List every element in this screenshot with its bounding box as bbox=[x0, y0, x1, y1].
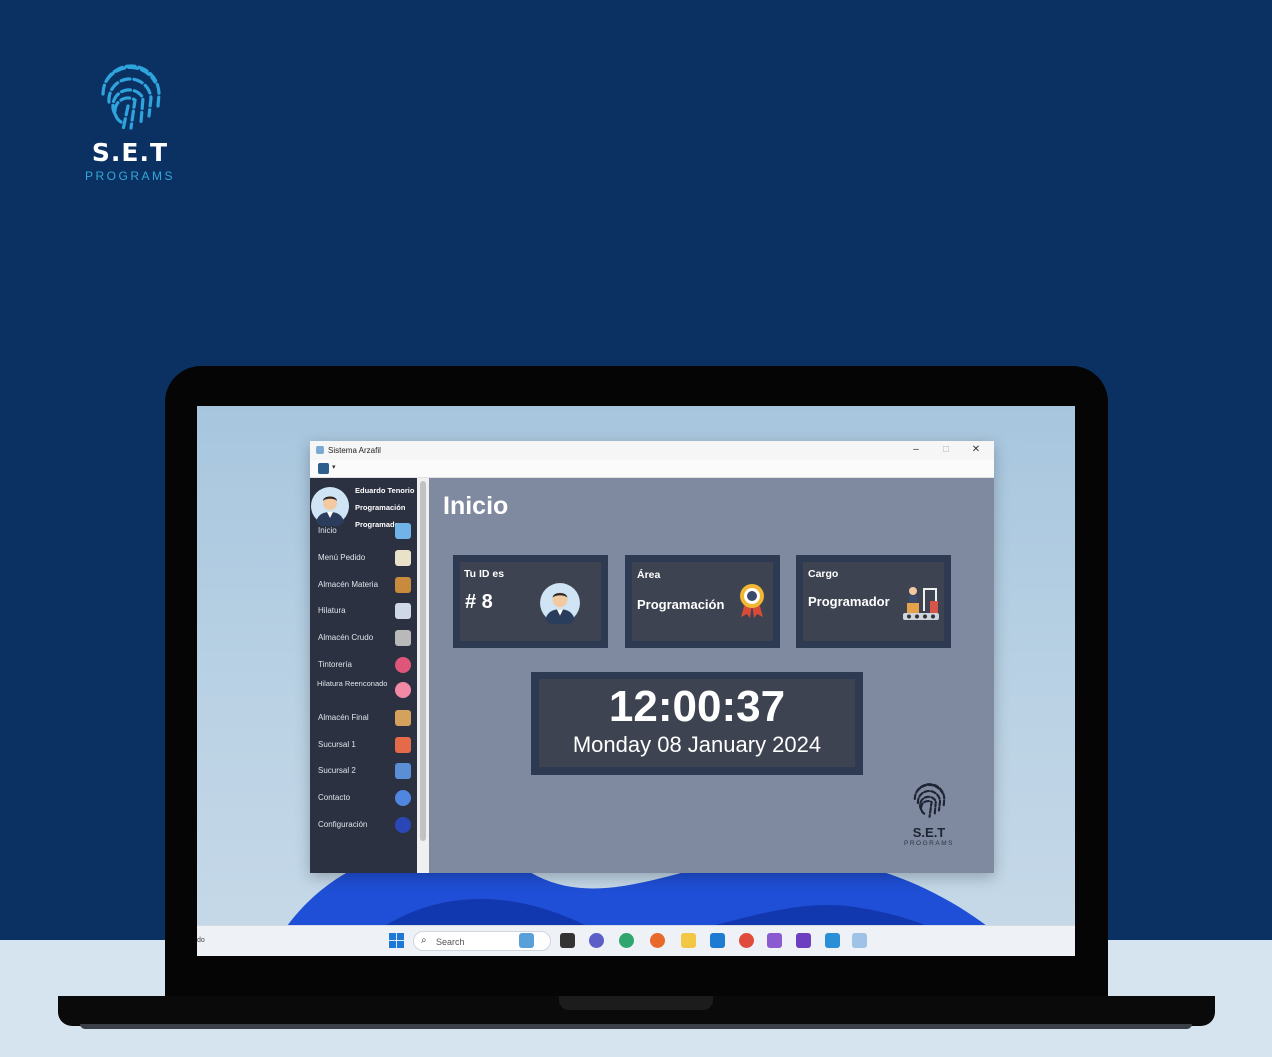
scrollbar-thumb[interactable] bbox=[420, 481, 426, 841]
window-titlebar: Sistema Arzafil – □ ✕ bbox=[310, 441, 994, 460]
watermark-name: S.E.T bbox=[912, 825, 946, 840]
sidebar-item-hilatura-reenconado[interactable]: Hilatura Reenconado bbox=[310, 679, 417, 701]
thread-spool-icon bbox=[395, 603, 411, 619]
sistema-arzafil-icon[interactable] bbox=[852, 933, 867, 948]
id-label: Tu ID es bbox=[464, 568, 505, 580]
laptop-screen: Sistema Arzafil – □ ✕ ▾ Eduardo Tenorio … bbox=[197, 406, 1075, 956]
photos-icon[interactable] bbox=[825, 933, 840, 948]
sidebar-item-contacto[interactable]: Contacto bbox=[310, 787, 417, 809]
teams-chat-icon[interactable] bbox=[589, 933, 604, 948]
sidebar-item-inicio[interactable]: Inicio bbox=[310, 520, 417, 542]
cargo-value: Programador bbox=[808, 594, 890, 609]
windows-start-icon[interactable] bbox=[389, 933, 404, 948]
award-ribbon-icon bbox=[740, 584, 764, 618]
final-warehouse-icon bbox=[395, 710, 411, 726]
close-button[interactable]: ✕ bbox=[966, 444, 986, 455]
contact-icon bbox=[395, 790, 411, 806]
warehouse-icon bbox=[395, 630, 411, 646]
task-view-icon[interactable] bbox=[560, 933, 575, 948]
visual-studio-preview-icon[interactable] bbox=[796, 933, 811, 948]
sidebar-item-label: Almacén Crudo bbox=[318, 633, 374, 642]
id-value: # 8 bbox=[465, 591, 493, 613]
sidebar-item-label: Sucursal 2 bbox=[318, 766, 356, 775]
sidebar-item-label: Hilatura Reenconado bbox=[317, 679, 388, 688]
yarn-rewind-icon bbox=[395, 682, 411, 698]
sidebar-item-label: Contacto bbox=[318, 793, 351, 802]
sidebar-item-almacen-crudo[interactable]: Almacén Crudo bbox=[310, 627, 417, 649]
app-menu-icon[interactable] bbox=[318, 463, 329, 474]
sidebar-item-label: Menú Pedido bbox=[318, 553, 366, 562]
maximize-button[interactable]: □ bbox=[936, 444, 956, 455]
sidebar-item-label: Tintorería bbox=[318, 660, 352, 669]
sidebar-item-sucursal-2[interactable]: Sucursal 2 bbox=[310, 760, 417, 782]
taskbar-left-text: do bbox=[197, 937, 205, 944]
sidebar-item-configuracion[interactable]: Configuración bbox=[310, 814, 417, 836]
raw-material-box-icon bbox=[395, 577, 411, 593]
area-label: Área bbox=[637, 569, 661, 581]
app-shield-icon bbox=[316, 446, 324, 454]
home-icon bbox=[395, 523, 411, 539]
area-value: Programación bbox=[637, 597, 725, 612]
chrome-icon[interactable] bbox=[739, 933, 754, 948]
sidebar-item-label: Almacén Materia bbox=[318, 580, 379, 589]
windows-taskbar: do ⌕ Search bbox=[197, 925, 1075, 956]
sidebar-item-label: Sucursal 1 bbox=[318, 740, 356, 749]
brand-watermark: S.E.T PROGRAMS bbox=[899, 780, 959, 847]
cargo-label: Cargo bbox=[808, 568, 839, 580]
cargo-card: Cargo Programador bbox=[796, 555, 951, 648]
visual-studio-icon[interactable] bbox=[767, 933, 782, 948]
sidebar-item-menu-pedido[interactable]: Menú Pedido bbox=[310, 547, 417, 569]
app-window: Sistema Arzafil – □ ✕ ▾ Eduardo Tenorio … bbox=[310, 441, 994, 873]
window-title: Sistema Arzafil bbox=[328, 446, 381, 455]
user-avatar-icon bbox=[540, 583, 580, 624]
laptop-notch bbox=[559, 996, 713, 1010]
sidebar-item-almacen-final[interactable]: Almacén Final bbox=[310, 707, 417, 729]
vscode-icon[interactable] bbox=[710, 933, 725, 948]
page-title: Inicio bbox=[443, 492, 509, 520]
store-icon bbox=[395, 763, 411, 779]
order-menu-icon bbox=[395, 550, 411, 566]
sidebar-scrollbar[interactable] bbox=[417, 478, 429, 873]
main-panel: Inicio Tu ID es # 8 Área Programación Ca… bbox=[429, 478, 994, 873]
user-area: Programación bbox=[355, 503, 406, 512]
file-explorer-icon[interactable] bbox=[681, 933, 696, 948]
laptop-base-shadow bbox=[80, 1024, 1192, 1029]
sidebar-item-label: Configuración bbox=[318, 820, 368, 829]
watermark-tagline: PROGRAMS bbox=[904, 840, 954, 847]
sidebar-item-sucursal-1[interactable]: Sucursal 1 bbox=[310, 734, 417, 756]
sidebar-item-label: Hilatura bbox=[318, 606, 346, 615]
menu-strip: ▾ bbox=[310, 460, 994, 478]
brand-name: S.E.T bbox=[91, 138, 169, 167]
settings-icon bbox=[395, 817, 411, 833]
sidebar-item-label: Almacén Final bbox=[318, 713, 369, 722]
firefox-icon[interactable] bbox=[650, 933, 665, 948]
chevron-down-icon[interactable]: ▾ bbox=[332, 463, 336, 471]
widgets-icon[interactable] bbox=[519, 933, 534, 948]
programmer-workstation-icon bbox=[903, 587, 939, 620]
minimize-button[interactable]: – bbox=[906, 444, 926, 455]
clock-time: 12:00:37 bbox=[608, 682, 786, 731]
area-card: Área Programación bbox=[625, 555, 780, 648]
user-id-card: Tu ID es # 8 bbox=[453, 555, 608, 648]
brand-logo: S.E.T PROGRAMS bbox=[80, 58, 180, 183]
sidebar-item-hilatura[interactable]: Hilatura bbox=[310, 600, 417, 622]
fingerprint-logo-icon bbox=[101, 64, 161, 132]
color-wheel-icon bbox=[395, 657, 411, 673]
clock-date: Monday 08 January 2024 bbox=[572, 732, 822, 757]
clock-panel: 12:00:37 Monday 08 January 2024 bbox=[531, 672, 863, 775]
sidebar: Eduardo Tenorio Programación Programador… bbox=[310, 478, 417, 873]
user-name: Eduardo Tenorio bbox=[355, 486, 415, 495]
brand-tagline: PROGRAMS bbox=[84, 169, 175, 183]
edge-browser-icon[interactable] bbox=[619, 933, 634, 948]
fingerprint-logo-icon bbox=[913, 783, 946, 818]
sidebar-item-almacen-materia[interactable]: Almacén Materia bbox=[310, 574, 417, 596]
sidebar-item-tintoreria[interactable]: Tintorería bbox=[310, 654, 417, 676]
search-icon: ⌕ bbox=[421, 935, 427, 946]
store-icon bbox=[395, 737, 411, 753]
sidebar-item-label: Inicio bbox=[318, 526, 337, 535]
search-placeholder: Search bbox=[436, 937, 465, 947]
